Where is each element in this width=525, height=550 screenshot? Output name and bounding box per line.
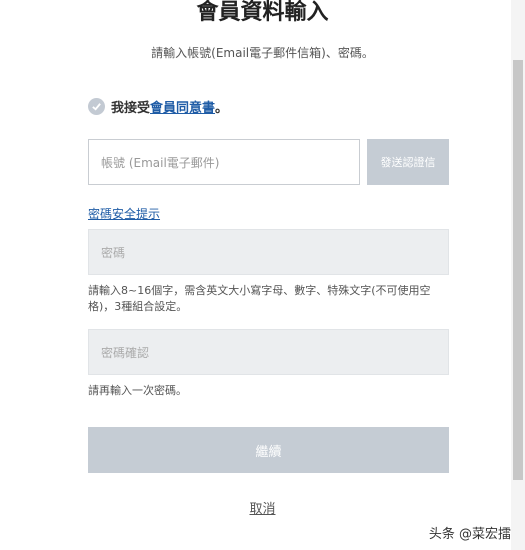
page-title: 會員資料輸入 — [196, 0, 329, 25]
password-confirm-placeholder: 密碼確認 — [101, 345, 150, 360]
password-placeholder: 密碼 — [101, 245, 126, 260]
password-security-hint-link[interactable]: 密碼安全提示 — [88, 205, 160, 222]
scrollbar-track[interactable] — [511, 0, 525, 550]
password-input[interactable]: 密碼 — [88, 229, 449, 275]
cancel-link[interactable]: 取消 — [249, 502, 275, 517]
continue-button[interactable]: 繼續 — [88, 427, 449, 473]
password-confirm-input[interactable]: 密碼確認 — [88, 329, 449, 375]
watermark: 头条 @菜宏擂 — [428, 527, 511, 542]
scrollbar-thumb[interactable] — [513, 60, 523, 480]
agreement-suffix: 。 — [215, 101, 229, 116]
agreement-prefix: 我接受 — [111, 101, 151, 116]
member-agreement-link[interactable]: 會員同意書 — [150, 97, 215, 116]
send-verification-button[interactable]: 發送認證信 — [367, 139, 449, 185]
check-icon[interactable] — [88, 98, 105, 115]
password-rule-text: 請輸入8~16個字，需含英文大小寫字母、數字、特殊文字(不可使用空格)，3種組合… — [88, 284, 431, 313]
page-subtitle: 請輸入帳號(Email電子郵件信箱)、密碼。 — [151, 46, 374, 60]
password-confirm-helper: 請再輸入一次密碼。 — [88, 384, 187, 397]
agreement-checkbox[interactable]: 我接受 會員同意書 。 — [88, 97, 228, 116]
account-placeholder: 帳號 (Email電子郵件) — [101, 155, 220, 170]
account-email-input[interactable]: 帳號 (Email電子郵件) — [88, 139, 360, 185]
cancel-link-row: 取消 — [0, 498, 525, 517]
